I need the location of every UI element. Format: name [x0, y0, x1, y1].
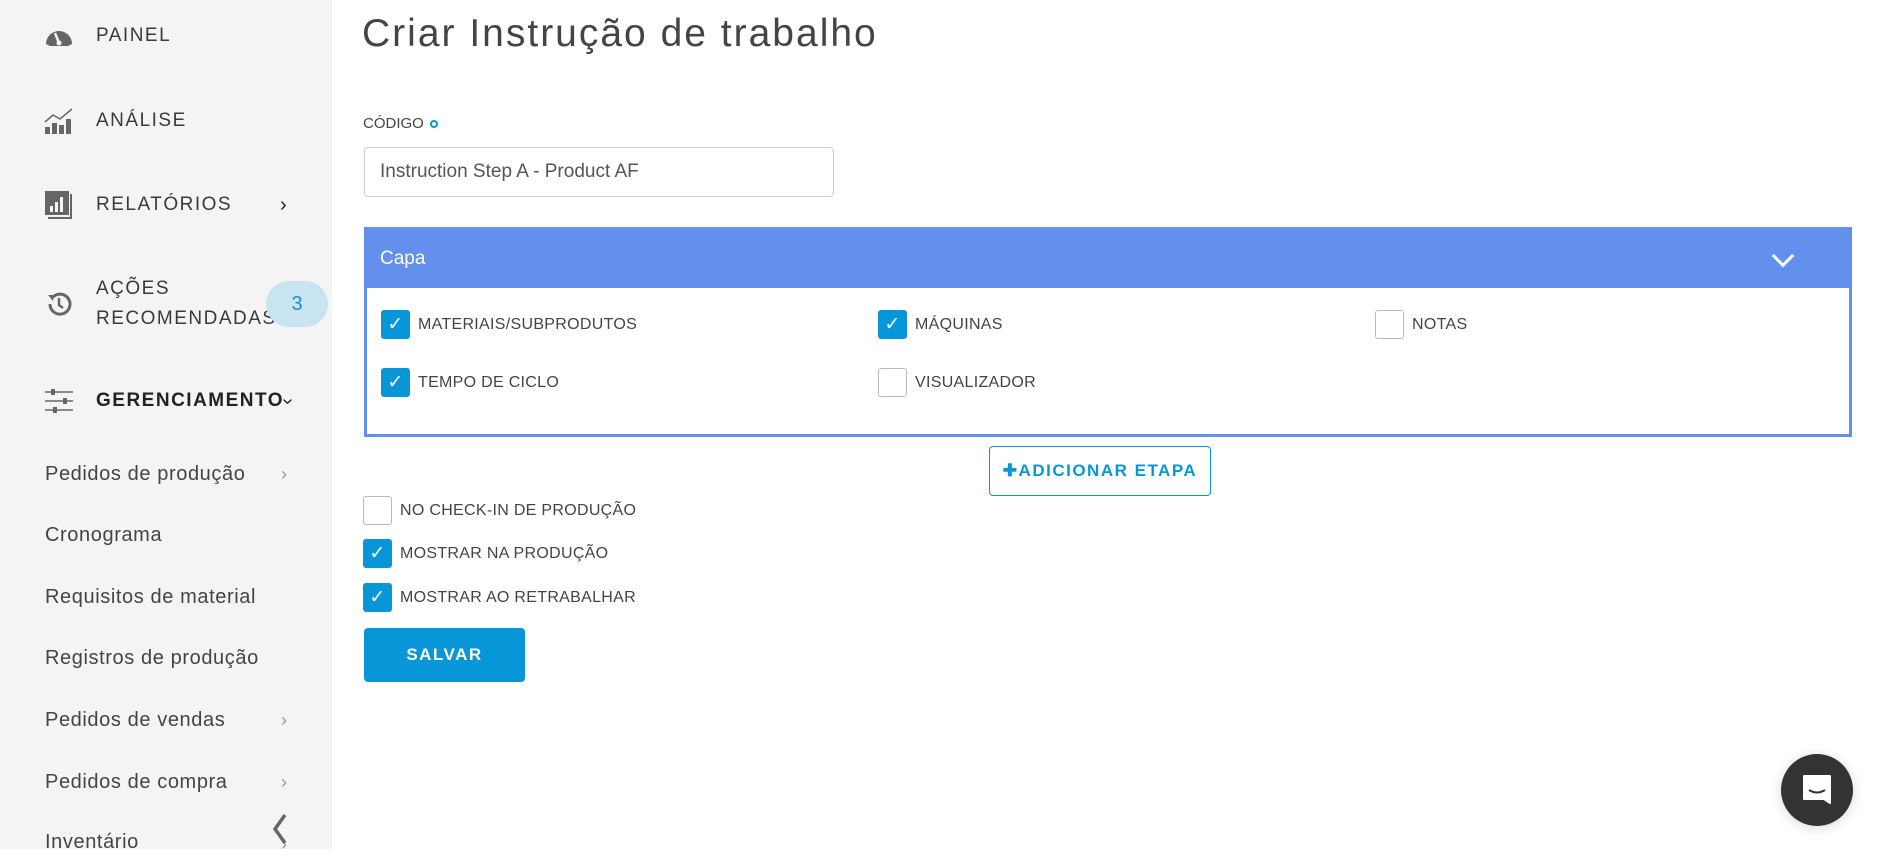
nav-label-line2: RECOMENDADAS — [96, 308, 277, 329]
plus-icon: ✚ — [1002, 461, 1019, 480]
checkbox-checkin-producao[interactable]: NO CHECK-IN DE PRODUÇÃO — [363, 496, 636, 525]
analytics-chart-icon — [43, 106, 75, 136]
checkbox-materiais[interactable]: ✓ MATERIAIS/SUBPRODUTOS — [381, 310, 637, 339]
checkbox-box[interactable] — [1375, 310, 1404, 339]
checkbox-maquinas[interactable]: ✓ MÁQUINAS — [878, 310, 1003, 339]
panel-title: Capa — [380, 248, 426, 269]
check-icon[interactable]: ✓ — [381, 368, 410, 397]
collapse-sidebar-button[interactable] — [270, 812, 290, 846]
check-icon[interactable]: ✓ — [381, 310, 410, 339]
checkbox-label: VISUALIZADOR — [915, 373, 1036, 391]
sidebar-item-pedidos-vendas[interactable]: Pedidos de vendas — [45, 706, 225, 734]
chevron-left-icon — [272, 813, 287, 845]
sidebar-item-pedidos-producao[interactable]: Pedidos de produção — [45, 460, 245, 488]
checkbox-visualizador[interactable]: VISUALIZADOR — [878, 368, 1036, 397]
checkbox-label: MOSTRAR AO RETRABALHAR — [400, 588, 636, 606]
code-label: CÓDIGO — [363, 115, 438, 132]
checkbox-box[interactable] — [878, 368, 907, 397]
reports-icon — [43, 190, 75, 220]
chevron-right-icon: › — [281, 772, 287, 792]
history-icon — [43, 289, 75, 319]
code-input[interactable] — [364, 147, 834, 197]
checkbox-label: MÁQUINAS — [915, 315, 1003, 333]
sidebar-item-requisitos-material[interactable]: Requisitos de material — [45, 583, 256, 611]
checkbox-label: TEMPO DE CICLO — [418, 373, 560, 391]
nav-label: ANÁLISE — [96, 110, 187, 131]
checkbox-tempo-ciclo[interactable]: ✓ TEMPO DE CICLO — [381, 368, 559, 397]
chevron-down-icon[interactable] — [1771, 244, 1795, 268]
page-title: Criar Instrução de trabalho — [362, 12, 878, 55]
chevron-right-icon: › — [280, 193, 287, 216]
save-button[interactable]: SALVAR — [364, 628, 525, 682]
chat-icon — [1803, 775, 1831, 804]
check-icon[interactable]: ✓ — [878, 310, 907, 339]
checkbox-box[interactable] — [363, 496, 392, 525]
add-step-label: ADICIONAR ETAPA — [1018, 461, 1198, 480]
nav-label: PAINEL — [96, 25, 172, 46]
nav-relatorios[interactable]: RELATÓRIOS › — [0, 190, 332, 220]
nav-gerenciamento[interactable]: GERENCIAMENTO › — [0, 386, 332, 416]
chevron-right-icon: › — [281, 464, 287, 484]
sidebar-item-cronograma[interactable]: Cronograma — [45, 521, 162, 549]
sliders-icon — [43, 386, 75, 416]
nav-label-line1: AÇÕES — [96, 278, 171, 299]
check-icon[interactable]: ✓ — [363, 539, 392, 568]
check-icon[interactable]: ✓ — [363, 583, 392, 612]
nav-label: GERENCIAMENTO — [96, 390, 285, 411]
chat-launcher-button[interactable] — [1781, 754, 1853, 826]
checkbox-label: NOTAS — [1412, 315, 1468, 333]
sidebar: PAINEL ANÁLISE RELATÓRIOS › AÇÕES RECOME… — [0, 0, 332, 854]
sidebar-item-pedidos-compra[interactable]: Pedidos de compra — [45, 768, 228, 796]
dashboard-gauge-icon — [43, 21, 75, 51]
checkbox-label: MATERIAIS/SUBPRODUTOS — [418, 315, 638, 333]
checkbox-mostrar-producao[interactable]: ✓ MOSTRAR NA PRODUÇÃO — [363, 539, 608, 568]
cover-panel-header[interactable]: Capa — [367, 230, 1849, 288]
nav-painel[interactable]: PAINEL — [0, 21, 332, 51]
code-label-text: CÓDIGO — [363, 115, 424, 132]
chevron-down-icon: › — [276, 397, 299, 405]
checkbox-label: MOSTRAR NA PRODUÇÃO — [400, 544, 609, 562]
checkbox-label: NO CHECK-IN DE PRODUÇÃO — [400, 501, 637, 519]
add-step-button[interactable]: ✚ADICIONAR ETAPA — [989, 446, 1211, 496]
checkbox-mostrar-retrabalhar[interactable]: ✓ MOSTRAR AO RETRABALHAR — [363, 583, 636, 612]
checkbox-notas[interactable]: NOTAS — [1375, 310, 1467, 339]
sidebar-item-registros-producao[interactable]: Registros de produção — [45, 644, 259, 672]
nav-analise[interactable]: ANÁLISE — [0, 106, 332, 136]
recommended-actions-badge: 3 — [266, 281, 328, 327]
sidebar-item-inventario[interactable]: Inventário — [45, 828, 139, 856]
nav-label: RELATÓRIOS — [96, 194, 233, 215]
required-indicator-icon — [429, 120, 438, 129]
chevron-right-icon: › — [281, 710, 287, 730]
